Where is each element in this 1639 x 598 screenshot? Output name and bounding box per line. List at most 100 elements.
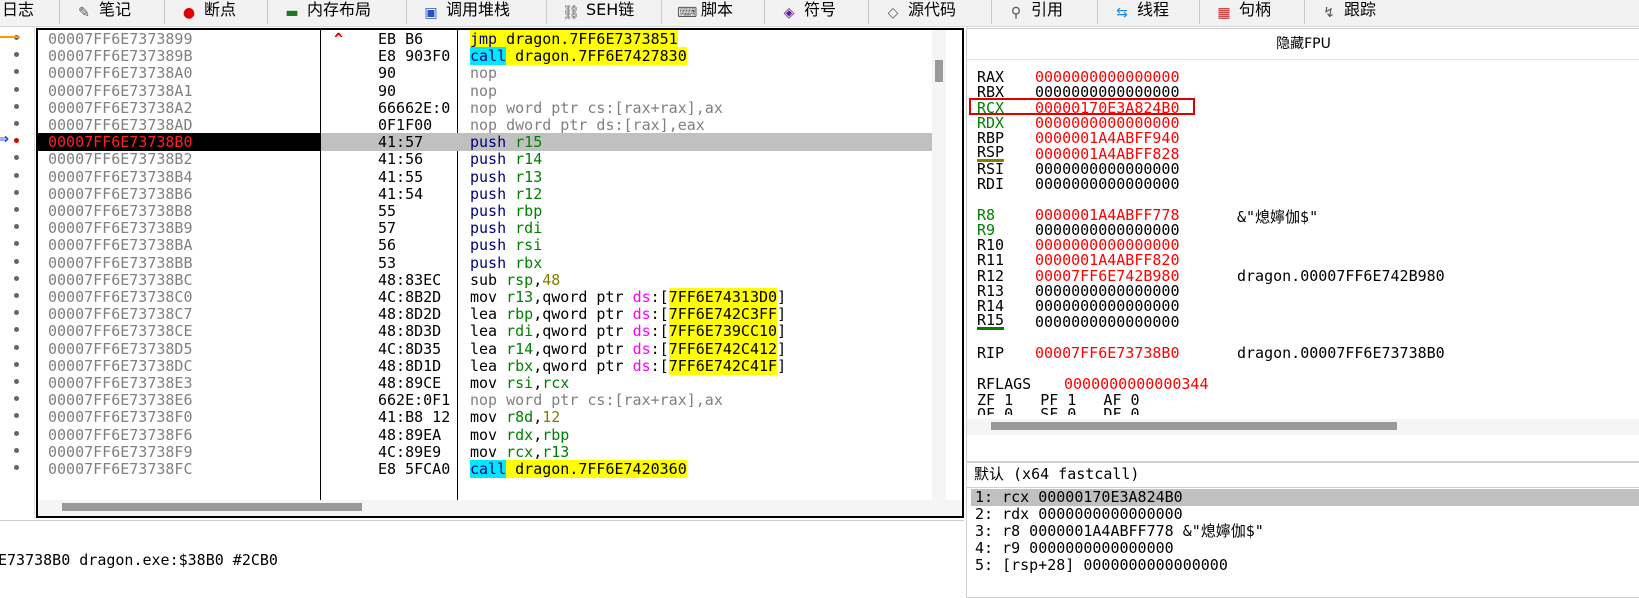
register-value[interactable]: 00007FF6E73738B0 (1035, 344, 1180, 362)
disasm-row[interactable]: 00007FF6E73738BC 48:83EC sub rsp,48 (38, 271, 938, 289)
instruction-token: ,qword ptr (533, 288, 633, 306)
disasm-row[interactable]: 00007FF6E73738F9 4C:89E9 mov rcx,r13 (38, 443, 938, 461)
disasm-row[interactable]: 00007FF6E73738DC 48:8D1D lea rbx,qword ptr… (38, 356, 938, 375)
scroll-thumb[interactable] (935, 60, 943, 82)
registers-panel: 隐藏FPU RAX 0000000000000000 RBX 000000000000… (966, 28, 1639, 462)
breakpoint-toggle[interactable] (14, 52, 19, 58)
argument-row[interactable]: 2: rdx 0000000000000000 (971, 506, 1639, 523)
breakpoint-toggle[interactable] (14, 430, 19, 436)
address-cell: 00007FF6E73738FC (48, 460, 193, 478)
disasm-row[interactable]: 00007FF6E73738FC E8 5FCA0 call dragon.7FF6… (38, 460, 938, 478)
disasm-row[interactable]: 00007FF6E73738B0 41:57 push r15 (38, 133, 938, 152)
disasm-row[interactable]: 00007FF6E73738B4 41:55 push r13 (38, 168, 938, 186)
disasm-row[interactable]: 00007FF6E73738A1 90 nop (38, 82, 938, 100)
breakpoint-toggle[interactable] (14, 86, 19, 92)
tab-source[interactable]: ◇ 源代码 (884, 0, 956, 26)
breakpoint-gutter[interactable]: ⇒ (0, 28, 35, 518)
instruction-token: :[ (650, 339, 669, 358)
breakpoint-toggle[interactable] (14, 138, 19, 144)
breakpoint-toggle[interactable] (14, 258, 19, 264)
instruction-cell: push r15 (470, 133, 542, 151)
tab-label: 笔记 (99, 0, 132, 19)
tab-notes[interactable]: ✎ 笔记 (75, 0, 131, 26)
disasm-vertical-scrollbar[interactable] (932, 30, 946, 500)
breakpoint-toggle[interactable] (14, 327, 19, 333)
instruction-token: push (470, 253, 507, 272)
argument-row[interactable]: 4: r9 0000000000000000 (971, 540, 1639, 557)
disasm-row[interactable]: 00007FF6E73738B6 41:54 push r12 (38, 185, 938, 203)
breakpoint-toggle[interactable] (14, 293, 19, 298)
register-value[interactable]: 0000000000000000 (1035, 175, 1180, 193)
register-value[interactable]: 0000000000000000 (1035, 313, 1180, 331)
breakpoint-toggle[interactable] (14, 103, 19, 109)
instruction-cell: push r14 (470, 150, 542, 168)
tab-references[interactable]: ⚲ 引用 (1007, 0, 1063, 26)
tab-threads[interactable]: ⇆ 线程 (1113, 0, 1169, 26)
breakpoint-toggle[interactable] (14, 447, 19, 453)
argument-row[interactable]: 5: [rsp+28] 0000000000000000 (971, 557, 1639, 574)
breakpoint-toggle[interactable] (14, 189, 19, 195)
tab-seh-chain[interactable]: ⛓ SEH链 (562, 0, 634, 26)
disasm-row[interactable]: 00007FF6E73738D5 4C:8D35 lea r14,qword ptr… (38, 339, 938, 358)
toolbar-separator (546, 0, 547, 24)
disasm-row[interactable]: 00007FF6E73738B8 55 push rbp (38, 202, 938, 220)
instruction-cell: nop word ptr cs:[rax+rax],ax (470, 391, 723, 409)
breakpoint-toggle[interactable] (14, 207, 19, 212)
breakpoint-toggle[interactable] (14, 413, 19, 419)
breakpoint-toggle[interactable] (14, 344, 19, 350)
tab-symbols[interactable]: ◈ 符号 (780, 0, 836, 26)
breakpoint-toggle[interactable] (14, 361, 19, 367)
instruction-token: rsp (497, 270, 534, 289)
disasm-row[interactable]: 00007FF6E73738B9 57 push rdi (38, 219, 938, 237)
instruction-token: :[ (650, 356, 669, 375)
disasm-row[interactable]: 00007FF6E7373899 ^ EB B6 jmp dragon.7FF6E73… (38, 30, 938, 48)
disasm-row[interactable]: 00007FF6E73738C0 4C:8B2D mov r13,qword ptr… (38, 288, 938, 306)
breakpoint-toggle[interactable] (14, 275, 19, 281)
tab-handles[interactable]: ▦ 句柄 (1215, 0, 1271, 26)
disasm-row[interactable]: 00007FF6E73738AD 0F1F00 nop dword ptr ds:[… (38, 116, 938, 134)
disasm-row[interactable]: 00007FF6E73738CE 48:8D3D lea rdi,qword ptr… (38, 322, 938, 341)
argument-row[interactable]: 3: r8 0000001A4ABFF778 &"熄嬣伽$" (971, 523, 1639, 540)
breakpoint-toggle[interactable] (14, 241, 19, 247)
address-cell: 00007FF6E73738BC (48, 270, 193, 289)
disasm-row[interactable]: 00007FF6E737389B E8 903F0 call dragon.7FF6… (38, 47, 938, 66)
disasm-row[interactable]: 00007FF6E73738A0 90 nop (38, 64, 938, 82)
scroll-thumb[interactable] (62, 503, 362, 511)
tab-breakpoint[interactable]: ● 断点 (180, 0, 236, 26)
disasm-row[interactable]: 00007FF6E73738B2 41:56 push r14 (38, 150, 938, 168)
call-stack-icon: ▣ (424, 5, 438, 21)
disasm-row[interactable]: 00007FF6E73738F0 41:B8 12 mov r8d,12 (38, 408, 938, 426)
breakpoint-toggle[interactable] (14, 379, 19, 384)
breakpoint-toggle[interactable] (14, 465, 19, 470)
tab-script[interactable]: ⌨ 脚本 (677, 0, 733, 26)
scroll-thumb[interactable] (991, 422, 1397, 430)
instruction-cell: push r13 (470, 168, 542, 186)
disasm-row[interactable]: 00007FF6E73738F6 48:89EA mov rdx,rbp (38, 426, 938, 444)
tab-log[interactable]: 日志 (2, 0, 34, 26)
breakpoint-toggle[interactable] (14, 172, 19, 178)
breakpoint-toggle[interactable] (14, 155, 19, 161)
registers-horizontal-scrollbar[interactable] (967, 419, 1639, 435)
calling-convention-select[interactable]: 默认 (x64 fastcall) (974, 463, 1139, 487)
disasm-row[interactable]: 00007FF6E73738C7 48:8D2D lea rbp,qword ptr… (38, 305, 938, 324)
breakpoint-toggle[interactable] (14, 224, 19, 230)
disasm-row[interactable]: 00007FF6E73738BB 53 push rbx (38, 254, 938, 272)
breakpoint-toggle[interactable] (14, 121, 19, 126)
disasm-row[interactable]: 00007FF6E73738E3 48:89CE mov rsi,rcx (38, 374, 938, 392)
disasm-row[interactable]: 00007FF6E73738BA 56 push rsi (38, 236, 938, 254)
tab-memory-map[interactable]: ▬ 内存布局 (283, 0, 371, 26)
disasm-horizontal-scrollbar[interactable] (38, 500, 962, 516)
instruction-token: dragon.7FF6E7373851 (497, 30, 678, 48)
hide-fpu-button[interactable]: 隐藏FPU (967, 29, 1639, 60)
disassembly-view[interactable]: 00007FF6E7373899 ^ EB B6 jmp dragon.7FF6E73… (36, 28, 964, 518)
argument-row[interactable]: 1: rcx 00000170E3A824B0 (971, 489, 1639, 506)
tab-call-stack[interactable]: ▣ 调用堆栈 (422, 0, 510, 26)
disasm-row[interactable]: 00007FF6E73738A2 66662E:0 nop word ptr cs:… (38, 99, 938, 117)
tab-trace[interactable]: ↯ 跟踪 (1320, 0, 1376, 26)
source-icon: ◇ (887, 5, 899, 21)
breakpoint-toggle[interactable] (14, 69, 19, 75)
disasm-row[interactable]: 00007FF6E73738E6 662E:0F1 nop word ptr cs:… (38, 391, 938, 409)
breakpoint-toggle[interactable] (14, 310, 19, 316)
breakpoint-toggle[interactable] (14, 396, 19, 402)
toolbar-separator (267, 0, 268, 24)
